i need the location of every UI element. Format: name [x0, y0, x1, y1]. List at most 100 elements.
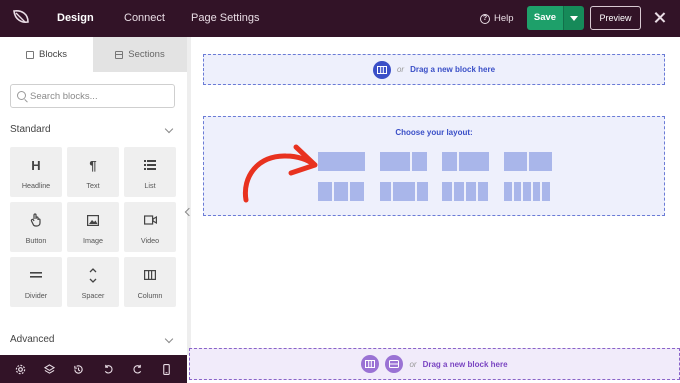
layout-column — [442, 182, 452, 201]
layout-column — [442, 152, 457, 171]
tab-connect[interactable]: Connect — [124, 0, 165, 37]
layout-column — [504, 182, 512, 201]
layout-option-2-columns-wide-right[interactable] — [442, 152, 489, 171]
blocks-panel: Standard H Headline ¶ Text List — [0, 72, 187, 355]
history-icon[interactable] — [73, 363, 85, 375]
block-headline[interactable]: H Headline — [10, 147, 62, 197]
block-label: Button — [25, 236, 47, 245]
divider-icon — [10, 267, 62, 283]
layout-column — [454, 182, 464, 201]
layout-option-3-columns-center-wide[interactable] — [380, 182, 428, 201]
block-spacer[interactable]: Spacer — [67, 257, 119, 307]
block-label: Spacer — [81, 291, 105, 300]
add-section-columns-icon[interactable] — [372, 60, 391, 79]
layers-icon[interactable] — [44, 363, 56, 375]
group-advanced-label: Advanced — [10, 334, 55, 345]
blocks-sidebar: Blocks Sections Standard H Headline ¶ Te… — [0, 37, 187, 355]
block-label: Image — [83, 236, 103, 245]
layout-option-2-columns[interactable] — [504, 152, 552, 171]
layout-column — [318, 152, 365, 171]
search-input[interactable] — [30, 85, 170, 107]
layout-column — [523, 182, 531, 201]
sections-icon — [115, 50, 124, 59]
layout-column — [380, 182, 391, 201]
save-button[interactable]: Save — [527, 6, 563, 30]
top-block-dropzone[interactable]: or Drag a new block here — [203, 54, 665, 85]
layout-option-4-columns[interactable] — [442, 182, 488, 201]
mobile-preview-icon[interactable] — [160, 363, 172, 375]
layout-column — [478, 182, 488, 201]
group-advanced[interactable]: Advanced — [10, 334, 175, 348]
block-label: Video — [140, 236, 160, 245]
layout-chooser-title: Choose your layout: — [395, 128, 473, 137]
block-button[interactable]: Button — [10, 202, 62, 252]
block-image[interactable]: Image — [67, 202, 119, 252]
group-standard-label: Standard — [10, 124, 51, 135]
block-label: Divider — [24, 291, 48, 300]
block-label: Column — [137, 291, 163, 300]
tab-page-settings[interactable]: Page Settings — [191, 0, 260, 37]
layout-option-2-columns-wide-left[interactable] — [380, 152, 427, 171]
layout-column — [459, 152, 489, 171]
tab-blocks-label: Blocks — [39, 49, 67, 60]
help-link[interactable]: ? Help — [480, 0, 514, 37]
layout-column — [542, 182, 550, 201]
layout-column — [529, 152, 552, 171]
add-row-columns-icon[interactable] — [361, 355, 380, 373]
preview-button[interactable]: Preview — [590, 6, 641, 30]
headline-icon: H — [31, 157, 41, 173]
tab-blocks[interactable]: Blocks — [0, 37, 93, 72]
tab-sections-label: Sections — [128, 49, 165, 60]
pointer-hand-icon — [10, 212, 62, 228]
block-label: Text — [86, 181, 100, 190]
layout-column — [318, 182, 332, 201]
tab-design[interactable]: Design — [57, 0, 94, 37]
block-list[interactable]: List — [124, 147, 176, 197]
search-icon — [17, 91, 26, 100]
drag-new-block-label: Drag a new block here — [410, 65, 496, 74]
tab-sections[interactable]: Sections — [93, 37, 187, 72]
or-label: or — [396, 65, 405, 74]
spacer-icon — [67, 267, 119, 283]
image-icon — [67, 212, 119, 228]
layout-column — [350, 182, 364, 201]
seedprod-logo-icon[interactable] — [10, 7, 32, 29]
list-icon — [124, 157, 176, 173]
layout-column — [513, 182, 521, 201]
layout-column — [412, 152, 427, 171]
redo-icon[interactable] — [131, 363, 143, 375]
undo-icon[interactable] — [102, 363, 114, 375]
add-section-icon[interactable] — [385, 355, 404, 373]
or-label: or — [409, 359, 417, 369]
block-label: List — [144, 181, 156, 190]
drag-new-block-label: Drag a new block here — [422, 359, 508, 369]
layout-option-3-columns[interactable] — [318, 182, 364, 201]
layout-column — [380, 152, 410, 171]
layout-option-1-column[interactable] — [318, 152, 365, 171]
search-box[interactable] — [10, 84, 175, 108]
help-icon: ? — [480, 13, 490, 24]
save-options-dropdown[interactable] — [563, 6, 584, 30]
blocks-icon — [26, 50, 34, 59]
block-text[interactable]: ¶ Text — [67, 147, 119, 197]
group-standard[interactable]: Standard — [10, 124, 175, 138]
top-toolbar: Design Connect Page Settings ? Help Save… — [0, 0, 680, 37]
columns-icon — [124, 267, 176, 283]
block-divider[interactable]: Divider — [10, 257, 62, 307]
chevron-down-icon — [164, 124, 174, 134]
block-grid: H Headline ¶ Text List Button Image Vide… — [10, 147, 177, 307]
sidebar-collapse-handle[interactable] — [187, 37, 191, 355]
video-icon — [124, 212, 176, 228]
settings-gear-icon[interactable] — [15, 363, 27, 375]
layout-option-5-columns[interactable] — [504, 182, 550, 201]
block-column[interactable]: Column — [124, 257, 176, 307]
red-arrow-annotation-icon — [242, 144, 318, 203]
bottom-block-dropzone[interactable]: or Drag a new block here — [189, 348, 680, 380]
layout-column — [532, 182, 540, 201]
layout-column — [417, 182, 428, 201]
layout-column — [466, 182, 476, 201]
close-icon[interactable] — [651, 9, 669, 27]
block-video[interactable]: Video — [124, 202, 176, 252]
bottom-toolbar — [0, 355, 187, 383]
layout-column — [504, 152, 527, 171]
